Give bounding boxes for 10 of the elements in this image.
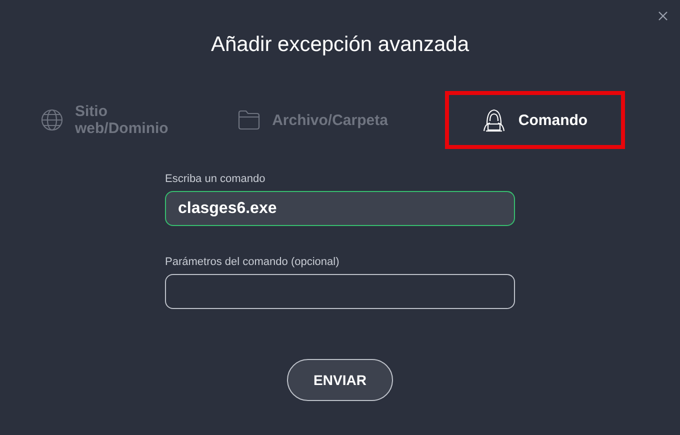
input-field[interactable] xyxy=(165,274,515,309)
dialog-title: Añadir excepción avanzada xyxy=(210,33,469,57)
field-label: Parámetros del comando (opcional) xyxy=(165,256,340,268)
close-icon[interactable] xyxy=(658,11,668,21)
field-label: Escriba un comando xyxy=(165,173,266,185)
globe-icon xyxy=(41,109,63,131)
input-field[interactable]: clasges6.exe xyxy=(165,191,515,226)
folder-icon xyxy=(238,110,260,130)
submit-button[interactable]: ENVIAR xyxy=(287,359,393,401)
tab[interactable]: Comando xyxy=(445,91,625,149)
